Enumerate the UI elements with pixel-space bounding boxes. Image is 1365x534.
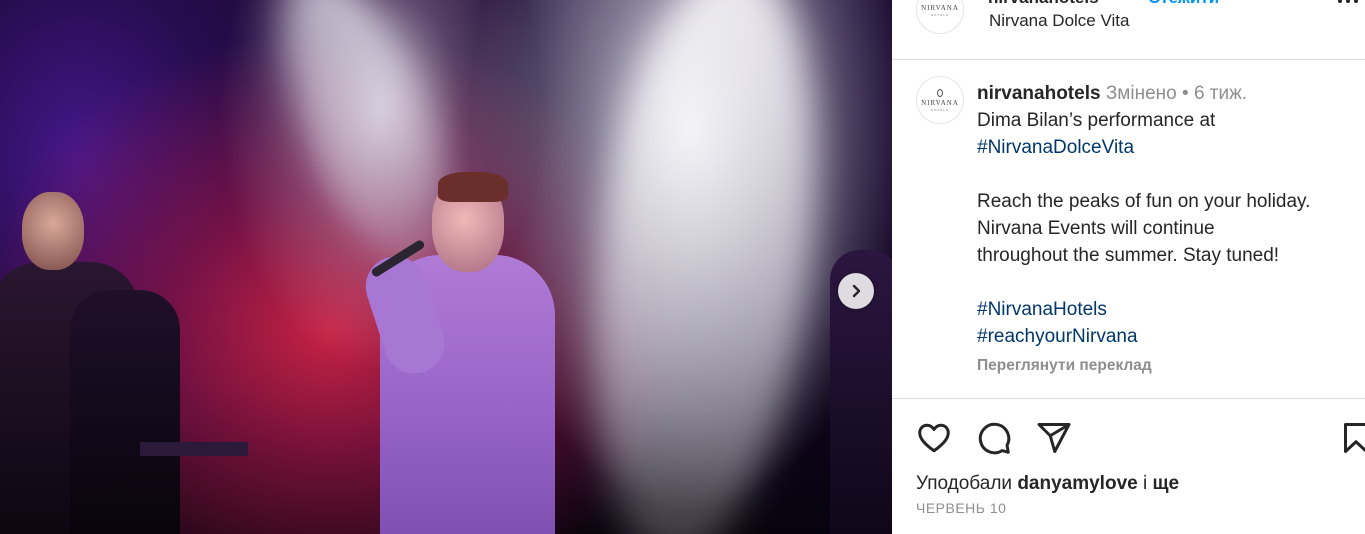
avatar-logo-text: NIRVANA xyxy=(921,98,959,107)
meta-separator: • xyxy=(1182,83,1189,104)
caption-line: Reach the peaks of fun on your holiday. xyxy=(977,191,1311,212)
stage-keyboard xyxy=(140,442,248,456)
like-button[interactable] xyxy=(916,420,952,456)
header-username[interactable]: nirvanahotels xyxy=(988,0,1099,8)
caption-username[interactable]: nirvanahotels xyxy=(977,83,1101,104)
liked-by-user[interactable]: danyamylove xyxy=(1017,473,1137,494)
comment-button[interactable] xyxy=(976,420,1012,456)
hashtag-link[interactable]: #reachyourNirvana xyxy=(977,323,1357,350)
caption-first-line: nirvanahotels Змінено • 6 тиж. xyxy=(977,80,1357,107)
likes-summary: Уподобали danyamylove і ще xyxy=(916,473,1179,495)
likes-suffix: і xyxy=(1143,473,1148,494)
heart-icon xyxy=(918,423,950,453)
caption-avatar[interactable]: NIRVANA HOTELS xyxy=(916,76,964,124)
likes-more-link[interactable]: ще xyxy=(1153,473,1180,494)
comment-icon xyxy=(978,422,1011,455)
likes-prefix: Уподобали xyxy=(916,473,1013,494)
follow-button[interactable]: Стежити xyxy=(1148,0,1219,8)
caption-line: throughout the summer. Stay tuned! xyxy=(977,245,1280,266)
chevron-right-icon xyxy=(852,284,861,298)
post-panel: NIRVANA HOTELS nirvanahotels Стежити Nir… xyxy=(892,0,1365,534)
post-date[interactable]: ЧЕРВЕНЬ 10 xyxy=(916,500,1006,516)
edited-label: Змінено xyxy=(1105,83,1177,104)
share-button[interactable] xyxy=(1036,420,1072,456)
paper-plane-icon xyxy=(1037,423,1071,453)
caption-text: nirvanahotels Змінено • 6 тиж. Dima Bila… xyxy=(977,80,1357,350)
hashtag-link[interactable]: #NirvanaDolceVita xyxy=(977,134,1357,161)
dot xyxy=(1338,0,1342,3)
background-dancer xyxy=(70,290,180,534)
post-age[interactable]: 6 тиж. xyxy=(1194,83,1247,104)
location-link[interactable]: Nirvana Dolce Vita xyxy=(989,11,1129,31)
post-photo[interactable] xyxy=(0,0,892,534)
caption-line: Nirvana Events will continue xyxy=(977,218,1215,239)
post-header: NIRVANA HOTELS nirvanahotels Стежити Nir… xyxy=(892,0,1365,60)
next-photo-button[interactable] xyxy=(838,273,874,309)
avatar-logo-sub: HOTELS xyxy=(930,107,949,112)
bookmark-icon xyxy=(1344,423,1365,453)
save-button[interactable] xyxy=(1338,420,1365,456)
avatar-logo-sub: HOTELS xyxy=(930,12,949,17)
actions-section: Уподобали danyamylove і ще ЧЕРВЕНЬ 10 xyxy=(892,398,1365,534)
dot xyxy=(1354,0,1358,3)
singer-hair xyxy=(438,172,508,202)
caption-line: Dima Bilan’s performance at xyxy=(977,110,1216,131)
background-dancer-head xyxy=(22,192,84,270)
avatar-logo-text: NIRVANA xyxy=(921,3,959,12)
dot xyxy=(1346,0,1350,3)
caption-section: NIRVANA HOTELS nirvanahotels Змінено • 6… xyxy=(892,61,1365,398)
more-options-icon[interactable] xyxy=(1338,0,1364,8)
avatar[interactable]: NIRVANA HOTELS xyxy=(916,0,964,34)
hashtag-link[interactable]: #NirvanaHotels xyxy=(977,296,1357,323)
stage-light-beam xyxy=(568,0,842,534)
lotus-logo-icon xyxy=(937,88,943,97)
see-translation-link[interactable]: Переглянути переклад xyxy=(977,357,1152,375)
